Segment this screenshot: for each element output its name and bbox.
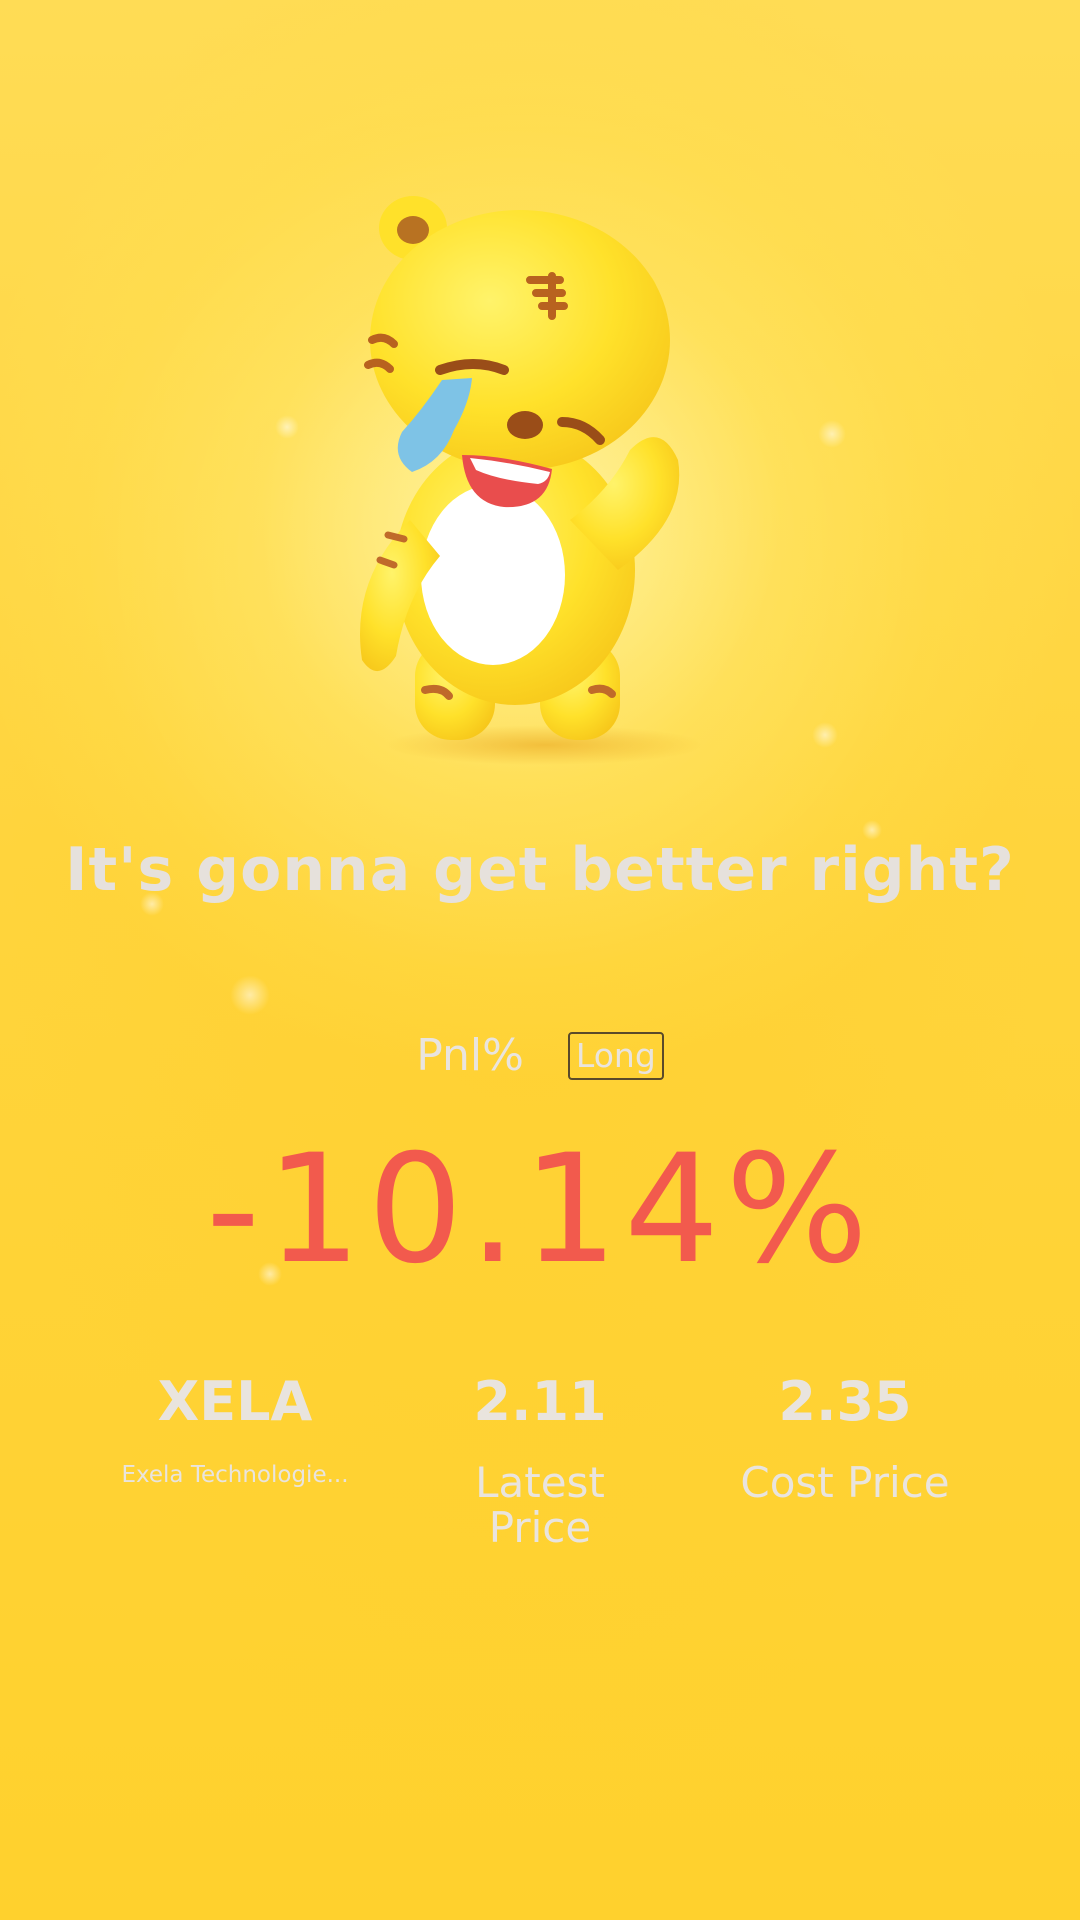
crying-tiger-mascot-icon bbox=[360, 196, 705, 765]
pnl-label: Pnl% bbox=[416, 1030, 524, 1081]
latest-price-label-line1: Latest bbox=[475, 1458, 605, 1507]
latest-price-label: Latest Price bbox=[410, 1460, 670, 1550]
latest-price-value: 2.11 bbox=[473, 1370, 607, 1433]
pnl-percent-value: -10.14% bbox=[205, 1123, 875, 1297]
stock-info: XELA Exela Technologie... bbox=[110, 1370, 360, 1489]
position-direction-badge: Long bbox=[567, 1031, 664, 1080]
cost-price-info: 2.35 Cost Price bbox=[710, 1370, 980, 1507]
headline-text: It's gonna get better right? bbox=[65, 835, 1015, 905]
cost-price-label: Cost Price bbox=[740, 1458, 950, 1507]
cost-price-value: 2.35 bbox=[778, 1370, 912, 1433]
sparkle bbox=[812, 722, 838, 748]
latest-price-info: 2.11 Latest Price bbox=[410, 1370, 670, 1551]
latest-price-label-line2: Price bbox=[488, 1503, 592, 1552]
sparkle bbox=[275, 415, 299, 439]
pnl-header: Pnl% Long bbox=[0, 1030, 1080, 1081]
sparkle bbox=[230, 975, 270, 1015]
stock-name: Exela Technologie... bbox=[121, 1462, 349, 1488]
stock-ticker: XELA bbox=[157, 1370, 313, 1433]
sparkle bbox=[818, 420, 846, 448]
